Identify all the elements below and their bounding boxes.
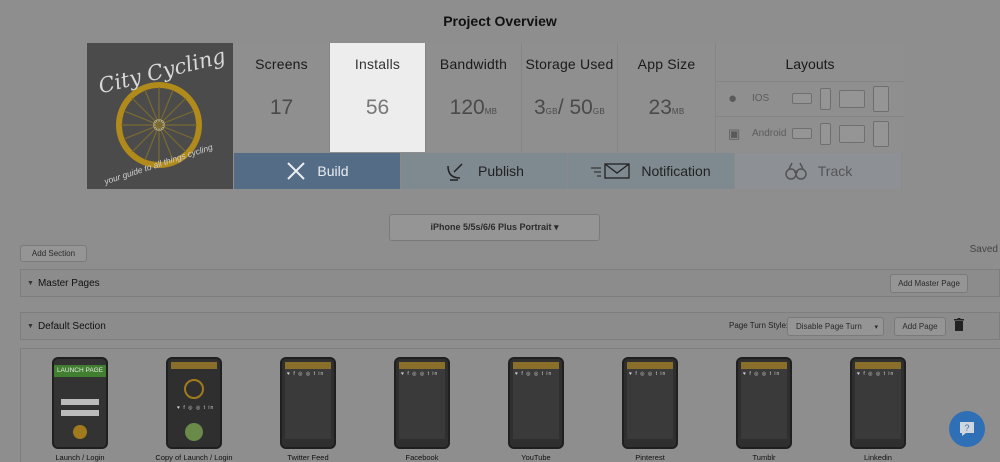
svg-text:?: ? bbox=[964, 423, 969, 433]
page-turn-style-select[interactable]: Disable Page Turn ▾ bbox=[787, 317, 884, 336]
layout-row-android[interactable]: ▣ Android bbox=[716, 116, 904, 150]
action-tabs: Build Publish Notification Track bbox=[234, 153, 904, 189]
caret-down-icon: ▾ bbox=[874, 323, 878, 331]
stat-value: 3GB/ 50GB bbox=[533, 96, 606, 119]
stat-value: 17 bbox=[269, 96, 294, 119]
screen-thumb[interactable]: ♥ f ◎ ◎ t in YouTube bbox=[508, 357, 564, 462]
stat-label: Bandwidth bbox=[439, 56, 508, 72]
save-status: Saved bbox=[969, 244, 998, 255]
screen-label: Copy of Launch / Login bbox=[155, 453, 233, 462]
caret-down-icon[interactable]: ▼ bbox=[27, 323, 34, 330]
screen-thumb[interactable]: ♥ f ◎ ◎ t in Copy of Launch / Login bbox=[155, 357, 233, 462]
binoculars-icon bbox=[785, 162, 807, 180]
stat-value: 23MB bbox=[648, 96, 685, 119]
stat-screens: Screens 17 bbox=[234, 43, 330, 152]
stat-storage: Storage Used 3GB/ 50GB bbox=[522, 43, 618, 152]
trash-icon[interactable] bbox=[954, 318, 964, 331]
tablet-portrait-icon[interactable] bbox=[873, 120, 889, 147]
apple-icon: ● bbox=[728, 90, 738, 107]
stat-value: 120MB bbox=[449, 96, 498, 119]
os-label-ios: IOS bbox=[752, 93, 770, 104]
screen-thumb[interactable]: ♥ f ◎ ◎ t in Twitter Feed bbox=[280, 357, 336, 462]
tablet-landscape-icon[interactable] bbox=[839, 124, 865, 143]
screen-thumb[interactable]: ♥ f ◎ ◎ t in Tumblr bbox=[736, 357, 792, 462]
device-landscape-icon[interactable] bbox=[792, 93, 812, 104]
stat-value: 56 bbox=[365, 96, 390, 119]
add-section-button[interactable]: Add Section bbox=[20, 245, 87, 262]
screen-label: Tumblr bbox=[752, 453, 776, 462]
chat-help-icon: ? bbox=[960, 422, 974, 436]
stat-label: Storage Used bbox=[525, 56, 614, 72]
device-portrait-icon[interactable] bbox=[820, 122, 831, 145]
screen-thumb[interactable]: LAUNCH PAGE Launch / Login bbox=[52, 357, 108, 462]
layouts-label: Layouts bbox=[785, 56, 835, 72]
screen-thumb[interactable]: ♥ f ◎ ◎ t in Facebook bbox=[394, 357, 450, 462]
caret-down-icon[interactable]: ▼ bbox=[27, 280, 34, 287]
tools-icon bbox=[287, 162, 306, 180]
default-section-title: Default Section bbox=[37, 320, 106, 332]
help-chat-button[interactable]: ? bbox=[949, 411, 985, 447]
tab-track[interactable]: Track bbox=[735, 153, 902, 189]
stat-bandwidth: Bandwidth 120MB bbox=[426, 43, 522, 152]
stats-panel: Screens 17 Installs 56 Bandwidth 120MB S… bbox=[234, 43, 904, 153]
layout-row-ios[interactable]: ● IOS bbox=[716, 81, 904, 115]
stat-label: App Size bbox=[637, 56, 696, 72]
device-landscape-icon[interactable] bbox=[792, 128, 812, 139]
tab-build[interactable]: Build bbox=[234, 153, 401, 189]
stat-label: Screens bbox=[255, 56, 308, 72]
stat-label: Installs bbox=[354, 56, 401, 72]
device-select[interactable]: iPhone 5/5s/6/6 Plus Portrait ▾ bbox=[389, 214, 600, 241]
android-icon: ▣ bbox=[728, 125, 741, 141]
screen-label: Facebook bbox=[405, 453, 439, 462]
os-label-android: Android bbox=[752, 128, 787, 139]
app-logo: City Cycling your guide to all things cy… bbox=[87, 43, 233, 189]
launch-page-badge: LAUNCH PAGE bbox=[54, 365, 106, 377]
satellite-dish-icon bbox=[447, 163, 463, 181]
tablet-landscape-icon[interactable] bbox=[839, 89, 865, 108]
screen-thumb[interactable]: ♥ f ◎ ◎ t in Pinterest bbox=[622, 357, 678, 462]
screen-label: YouTube bbox=[521, 453, 551, 462]
screen-label: Twitter Feed bbox=[287, 453, 329, 462]
add-page-button[interactable]: Add Page bbox=[894, 317, 946, 336]
stat-installs[interactable]: Installs 56 bbox=[330, 43, 426, 152]
screens-grid: LAUNCH PAGE Launch / Login ♥ f ◎ ◎ t in … bbox=[20, 348, 1000, 462]
screen-label: Linkedin bbox=[864, 453, 892, 462]
tab-notification[interactable]: Notification bbox=[568, 153, 735, 189]
master-pages-title: Master Pages bbox=[37, 277, 100, 289]
master-pages-bar[interactable]: ▼ Master Pages bbox=[20, 269, 1000, 297]
screen-thumb[interactable]: ♥ f ◎ ◎ t in Linkedin bbox=[850, 357, 906, 462]
page-title: Project Overview bbox=[443, 13, 557, 29]
screen-label: Pinterest bbox=[635, 453, 665, 462]
device-portrait-icon[interactable] bbox=[820, 87, 831, 110]
envelope-icon bbox=[591, 163, 631, 179]
add-master-page-button[interactable]: Add Master Page bbox=[890, 274, 968, 293]
page-turn-style-label: Page Turn Style: bbox=[729, 321, 789, 330]
tablet-portrait-icon[interactable] bbox=[873, 85, 889, 112]
layouts-panel: Layouts ● IOS ▣ Android bbox=[716, 43, 904, 152]
tab-publish[interactable]: Publish bbox=[401, 153, 568, 189]
stat-app-size: App Size 23MB bbox=[618, 43, 716, 152]
screen-label: Launch / Login bbox=[55, 453, 105, 462]
